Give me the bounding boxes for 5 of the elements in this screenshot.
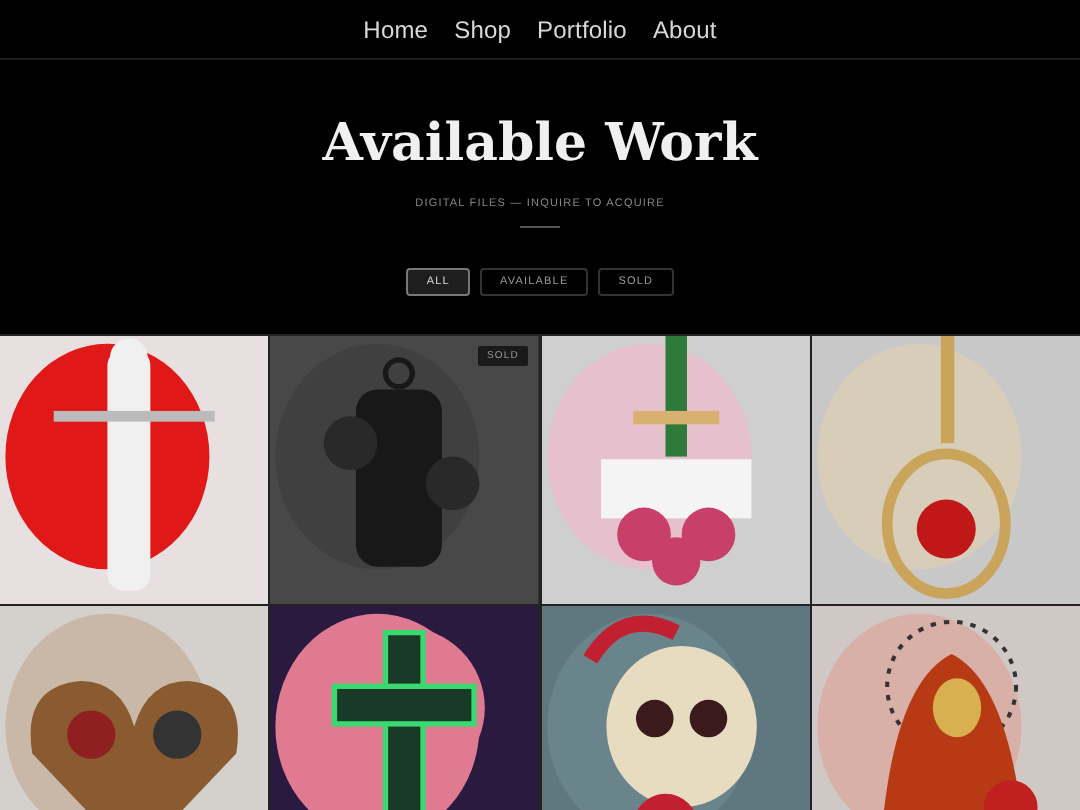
nav-link[interactable]: Portfolio	[537, 15, 627, 43]
page-title: Available Work	[322, 112, 758, 176]
nav-link[interactable]: About	[652, 15, 717, 43]
nav-link[interactable]: Home	[363, 15, 429, 43]
nav-link[interactable]: Shop	[454, 15, 512, 43]
